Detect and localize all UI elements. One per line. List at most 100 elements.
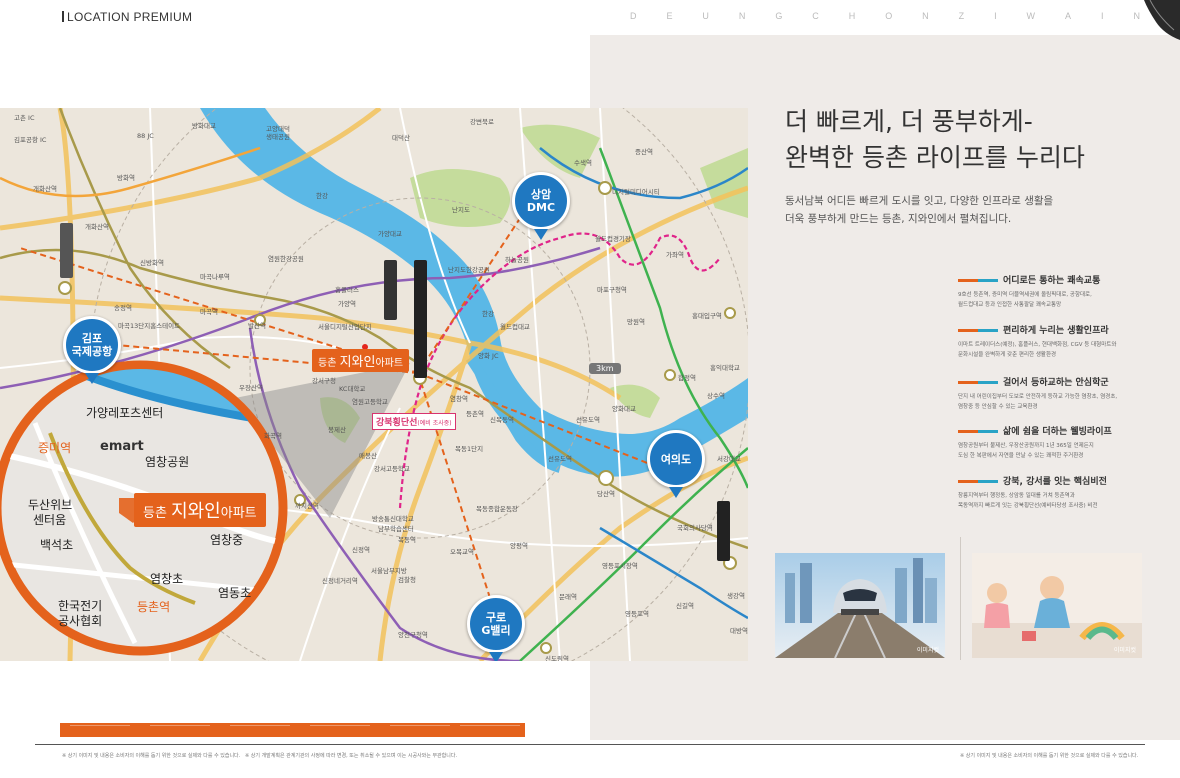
apt-prefix: 등촌 <box>143 506 167 521</box>
map-place-label: 생태공원 <box>266 133 290 141</box>
map-place-label: 양화대교 <box>612 405 636 413</box>
feature-bar <box>958 381 998 384</box>
inset-label: 염창초 <box>150 572 184 586</box>
map-place-label: 월드컵대교 <box>500 323 530 331</box>
map-place-label: 개화산역 <box>33 185 57 193</box>
map-place-label: 오목교역 <box>450 548 474 556</box>
map-place-label: 양화 JC <box>478 352 499 360</box>
section-bar <box>62 11 64 22</box>
station-sign-airport <box>60 223 73 278</box>
map-place-label: 월드컵경기장 <box>595 235 631 243</box>
map-place-label: 영등포시장역 <box>602 562 638 570</box>
feature-bar <box>958 279 998 282</box>
distance-badge: 3km <box>589 363 621 374</box>
pin-line2: 국제공항 <box>71 345 113 358</box>
map-place-label: 서울디지털산업단지 <box>318 323 372 331</box>
map-place-label: 생강역 <box>727 592 745 600</box>
map-place-label: 홍대입구역 <box>692 312 722 320</box>
map-place-label: 한강 <box>482 310 494 318</box>
brand-letter: O <box>885 11 893 21</box>
map-place-label: 목동역 <box>398 536 416 544</box>
feature-desc-line: 9호선 등촌역, 증미역 더블역세권에 올림픽대로, 공항대로, <box>958 292 1092 298</box>
brand-letter: H <box>848 11 856 21</box>
feature-transport: 어디로든 통하는 쾌속교통 9호선 등촌역, 증미역 더블역세권에 올림픽대로, … <box>958 273 1158 310</box>
brand-letter: C <box>812 11 819 21</box>
station-sign-deungchon <box>414 260 427 378</box>
brand-letter: G <box>775 11 783 21</box>
feature-desc-line: 창릉지역부터 행정동, 상암동 일대를 거쳐 등촌역과 <box>958 493 1075 499</box>
map-place-label: 봉제산 <box>328 426 346 434</box>
brand-letter: N <box>1133 11 1140 21</box>
map-place-label: 마포구청역 <box>597 286 627 294</box>
apartment-label-small: 등촌 지와인아파트 <box>312 349 410 372</box>
feature-desc-line: 도심 한 복판에서 자연을 만날 수 있는 쾌적한 주거환경 <box>958 453 1084 459</box>
headline-line1: 더 빠르게, 더 풍부하게- <box>785 107 1033 136</box>
pin-line1: 여의도 <box>660 452 692 466</box>
map-place-label: 홈플러스 <box>335 286 359 294</box>
feature-title: 편리하게 누리는 생활인프라 <box>1003 326 1109 336</box>
map-place-label: 망원역 <box>627 318 645 326</box>
map-place-label: 목동종합운동장 <box>476 505 518 513</box>
map-place-label: 가좌역 <box>666 251 684 259</box>
feature-school: 걸어서 등하교하는 안심학군 단지 내 어린이집부터 도보로 안전하게 등하교 가… <box>958 375 1158 412</box>
map-place-label: 염원한강공원 <box>268 255 304 263</box>
inset-label: 공사협회 <box>58 614 103 628</box>
intro-text: 동서남북 어디든 빠르게 도시를 잇고, 다양한 인프라로 생활을 더욱 풍부하… <box>785 192 1053 228</box>
map-place-label: 신정역 <box>352 546 370 554</box>
map-place-label: 방송통신대학교 <box>372 515 414 523</box>
map-place-label: 가양대교 <box>378 230 402 238</box>
intro-line1: 동서남북 어디든 빠르게 도시를 잇고, 다양한 인프라로 생활을 <box>785 195 1054 207</box>
brand-letter: A <box>1065 11 1072 21</box>
headline-line2: 완벽한 등촌 라이프를 누리다 <box>785 143 1085 172</box>
gangbuk-line-tag: 강북횡단선(예비 조사중) <box>372 413 456 430</box>
apt-name: 지와인 <box>339 355 376 370</box>
map-place-label: 마곡나루역 <box>200 273 230 281</box>
map-place-label: 서강대교 <box>717 455 741 463</box>
apt-suffix: 아파트 <box>220 506 257 521</box>
emart-logo: emart <box>100 439 144 454</box>
station-sign-yeouido <box>717 501 730 561</box>
inset-label: 백석초 <box>40 538 74 552</box>
map-place-label: 수색역 <box>574 159 592 167</box>
map-place-label: 신목동역 <box>490 416 514 424</box>
feature-vision: 강북, 강서를 잇는 핵심비전 창릉지역부터 행정동, 상암동 일대를 거쳐 등촌… <box>958 474 1158 511</box>
map-place-label: 디지털미디어시티 <box>612 188 660 196</box>
map-place-label: 고촌 IC <box>14 114 35 122</box>
inset-label: 염동초 <box>218 586 252 600</box>
map-place-label: 강서구청 <box>312 377 336 385</box>
brand-letter: I <box>1100 11 1104 21</box>
map-place-label: 한강 <box>316 192 328 200</box>
map-place-label: 남부학습센터 <box>378 525 414 533</box>
map-place-label: KC대학교 <box>339 385 366 393</box>
pin-guro-gvalley: 구로 G밸리 <box>467 595 525 661</box>
map-place-label: 난지도 <box>452 206 470 214</box>
apt-suffix: 아파트 <box>375 358 404 369</box>
photo-train: 이미지컷 <box>775 553 945 658</box>
map-place-label: 대방역 <box>730 627 748 635</box>
map-place-label: 가양역 <box>338 300 356 308</box>
map-place-label: 신도림역 <box>545 655 569 661</box>
map-place-label: 국회의사당역 <box>677 524 713 532</box>
feature-desc-line: 목동역까지 빠르게 잇는 강북횡단선(예비타당성 조사중) 비전 <box>958 503 1098 509</box>
brochure-page: LOCATION PREMIUM DEUNGCHONZIWAIN 가양레포츠센터… <box>0 0 1180 778</box>
footer-disclaimer-2: ※ 상기 개발계획은 관계기관의 사정에 따라 변경, 또는 취소될 수 있으며… <box>245 753 458 759</box>
apartment-label-large: 등촌 지와인아파트 <box>134 493 266 527</box>
map-place-label: 증산역 <box>635 148 653 156</box>
map-place-label: 당산역 <box>597 490 615 498</box>
map-place-label: 목동1단지 <box>455 445 484 453</box>
map-place-label: 까치산역 <box>295 502 319 510</box>
footer-disclaimer-1: ※ 상기 이미지 및 내용은 소비자의 이해를 돕기 위한 것으로 실제와 다를… <box>62 753 241 759</box>
pin-line1: 김포 <box>81 332 103 345</box>
pin-line2: DMC <box>526 201 556 214</box>
section-label: LOCATION PREMIUM <box>62 10 192 24</box>
inset-label: 염창공원 <box>145 455 190 469</box>
feature-infra: 편리하게 누리는 생활인프라 이마트 트레이더스(예정), 홈플러스, 현대백화점… <box>958 323 1158 360</box>
feature-desc: 9호선 등촌역, 증미역 더블역세권에 올림픽대로, 공항대로, 월드컵대교 등과… <box>958 290 1158 310</box>
pin-yeouido: 여의도 <box>647 430 705 498</box>
feature-bar <box>958 329 998 332</box>
map-place-label: 마곡역 <box>200 308 218 316</box>
brand-letter: N <box>922 11 929 21</box>
map-place-label: 선유도역 <box>576 416 600 424</box>
map-place-label: 양천구청역 <box>398 631 428 639</box>
map-place-label: 검찰청 <box>398 576 416 584</box>
